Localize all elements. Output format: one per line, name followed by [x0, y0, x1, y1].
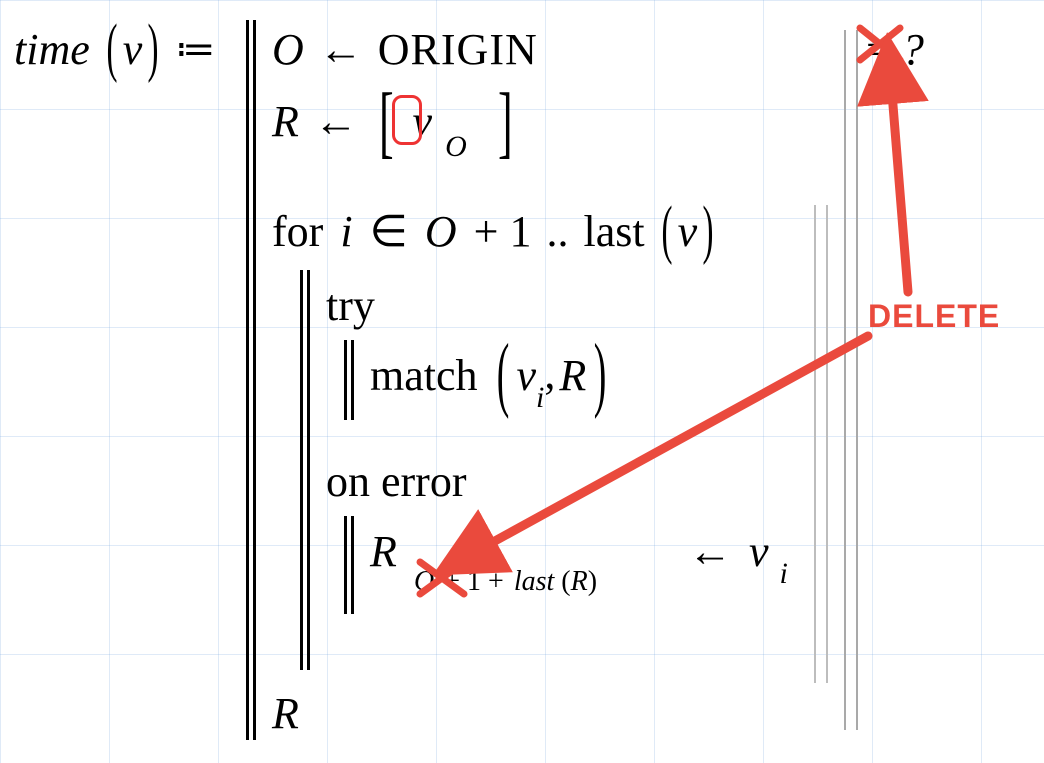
block-bar-onerror [344, 516, 354, 614]
definition-lhs: time (v) ≔ [14, 24, 213, 75]
var-O: O [272, 25, 304, 74]
kw-for: for [272, 207, 323, 256]
left-arrow-2: ← [310, 97, 362, 146]
var-i: i [334, 207, 358, 256]
func-name: time [14, 25, 90, 74]
var-R: R [272, 97, 299, 146]
try-line: try [326, 280, 375, 331]
block-bar-main [246, 20, 256, 740]
onerror-line: on error [326, 456, 467, 507]
kw-try: try [326, 281, 375, 330]
origin-const: ORIGIN [378, 25, 538, 74]
delete-label: DELETE [868, 298, 1000, 335]
for-line: for i ∈ O + 1 .. last (v) [272, 206, 719, 257]
algorithm-canvas: time (v) ≔ O ← ORIGIN R ← [ v O ] for i … [0, 0, 1044, 763]
in-symbol: ∈ [370, 207, 408, 256]
return-line: R [272, 688, 299, 739]
return-R: R [272, 689, 299, 738]
coloneq: ≔ [175, 26, 213, 71]
arrow-to-subscript [452, 332, 882, 572]
assign-line: R [370, 526, 397, 577]
left-arrow-1: ← [315, 25, 367, 74]
block-bar-for [300, 270, 310, 670]
highlight-v-box [392, 95, 422, 145]
for-last: last [583, 207, 644, 256]
for-dots: .. [542, 207, 572, 256]
for-plus1: + 1 [474, 207, 532, 256]
for-last-arg: v [678, 207, 698, 256]
line-assign-origin: O ← ORIGIN [272, 24, 538, 75]
block-bar-try [344, 340, 354, 420]
assign-R: R [370, 527, 397, 576]
kw-onerror: on error [326, 457, 467, 506]
arrow-to-eq [870, 60, 930, 298]
subscript-O: O [445, 130, 467, 163]
func-arg: v [123, 25, 143, 74]
for-O: O [419, 207, 463, 256]
